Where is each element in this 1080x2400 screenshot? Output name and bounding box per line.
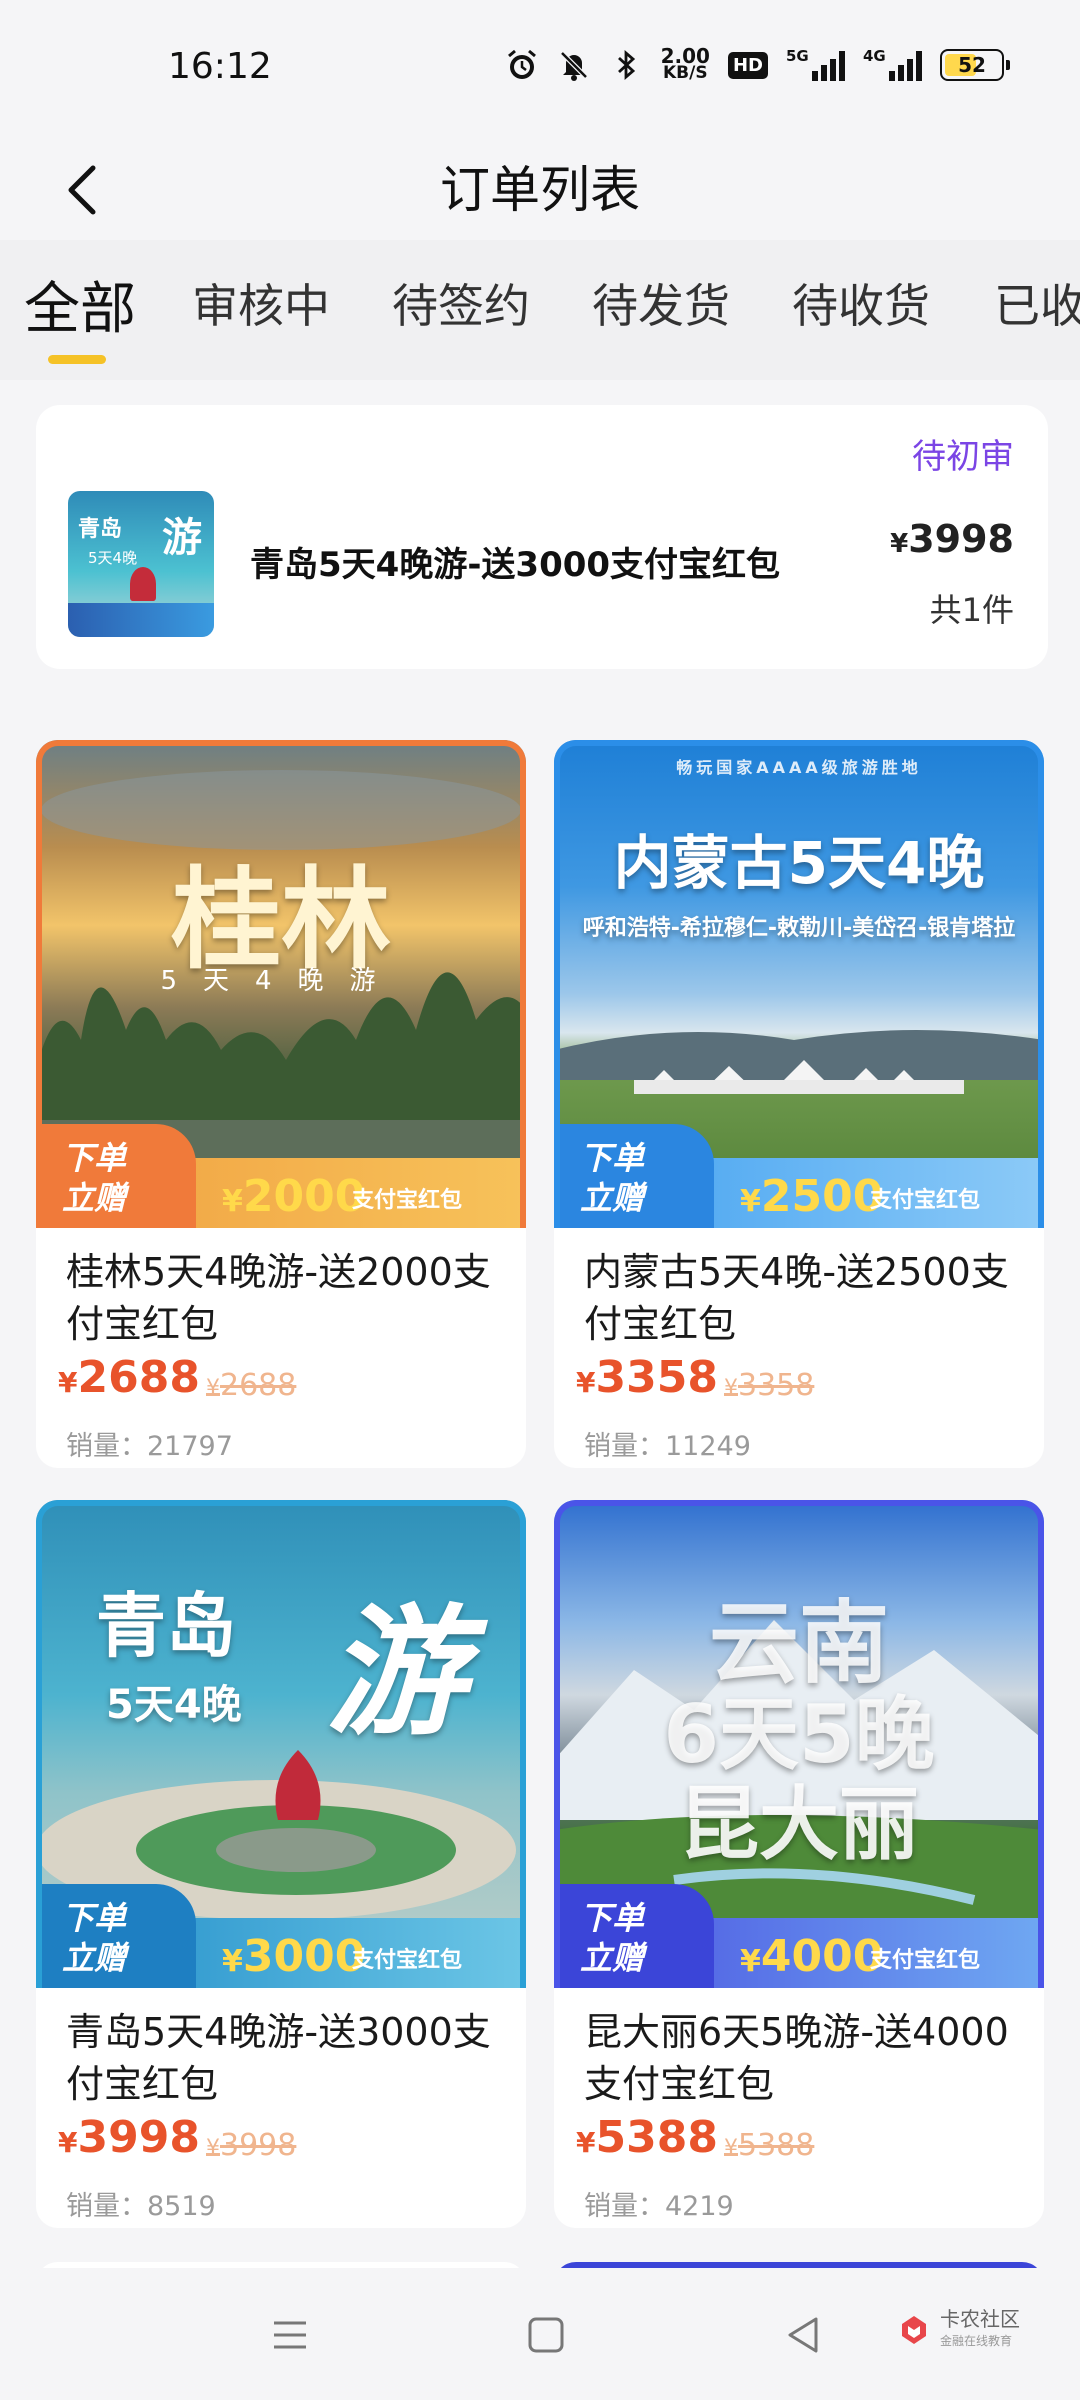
hd-badge: HD bbox=[727, 51, 768, 79]
price-value: 2688 bbox=[77, 1352, 200, 1403]
product-image-frame bbox=[36, 740, 526, 1228]
net-speed: 2.00 KB/S bbox=[661, 46, 710, 83]
order-price: ¥3998 bbox=[890, 517, 1014, 561]
order-currency: ¥ bbox=[890, 529, 909, 559]
back-button[interactable] bbox=[36, 140, 126, 240]
product-image-frame bbox=[554, 740, 1044, 1228]
orig-value: 3358 bbox=[738, 1368, 815, 1403]
orig-currency: ¥ bbox=[724, 1376, 738, 1401]
product-sales: 销量：4219 bbox=[584, 2191, 734, 2222]
product-name: 青岛5天4晚游-送3000支付宝红包 bbox=[66, 2010, 491, 2106]
watermark-text: 卡农社区 金融在线教育 bbox=[940, 2308, 1020, 2352]
product-card[interactable]: 桂林 5天4晚游 下单 立赠 ¥2000 支付宝红包 桂林5天4晚游-送2000… bbox=[36, 740, 526, 1468]
battery-level: 52 bbox=[958, 53, 986, 77]
signal-icon-4g: 4G bbox=[863, 47, 922, 81]
product-sales: 销量：8519 bbox=[66, 2191, 216, 2222]
orig-currency: ¥ bbox=[724, 2136, 738, 2161]
orig-value: 2688 bbox=[220, 1368, 297, 1403]
status-icons: 2.00 KB/S HD 5G 4G 52 bbox=[505, 46, 1010, 83]
product-name: 昆大丽6天5晚游-送4000支付宝红包 bbox=[584, 2010, 1009, 2106]
orig-currency: ¥ bbox=[206, 1376, 220, 1401]
home-icon bbox=[528, 2317, 564, 2353]
orig-currency: ¥ bbox=[206, 2136, 220, 2161]
tab-completed[interactable]: 已收 bbox=[994, 270, 1080, 360]
price-currency: ¥ bbox=[576, 1366, 596, 1399]
price-currency: ¥ bbox=[58, 2126, 78, 2159]
tab-all[interactable]: 全部 bbox=[24, 264, 136, 354]
signal-gen-5g: 5G bbox=[786, 47, 809, 65]
product-image-frame bbox=[554, 1500, 1044, 1988]
product-price: ¥3358 bbox=[576, 1352, 718, 1403]
product-price: ¥5388 bbox=[576, 2112, 718, 2163]
signal-gen-4g: 4G bbox=[863, 47, 886, 65]
product-sales: 销量：21797 bbox=[66, 1431, 233, 1462]
net-speed-unit: KB/S bbox=[663, 63, 708, 83]
product-original-price: ¥3998 bbox=[206, 2128, 296, 2163]
home-button[interactable] bbox=[506, 2298, 586, 2372]
product-original-price: ¥5388 bbox=[724, 2128, 814, 2163]
mute-icon bbox=[557, 48, 591, 82]
order-quantity: 共1件 bbox=[929, 591, 1014, 629]
order-tabs: 全部 审核中 待签约 待发货 待收货 已收 bbox=[0, 240, 1080, 380]
product-name: 内蒙古5天4晚-送2500支付宝红包 bbox=[584, 1250, 1009, 1346]
nav-back-button[interactable] bbox=[764, 2298, 844, 2372]
product-original-price: ¥2688 bbox=[206, 1368, 296, 1403]
tab-active-indicator bbox=[48, 355, 106, 364]
status-bar: 16:12 2.00 KB/S HD 5G 4G 52 bbox=[0, 0, 1080, 140]
product-original-price: ¥3358 bbox=[724, 1368, 814, 1403]
product-card[interactable]: 畅玩国家AAAA级旅游胜地 内蒙古5天4晚 呼和浩特-希拉穆仁-敕勒川-美岱召-… bbox=[554, 740, 1044, 1468]
product-sales: 销量：11249 bbox=[584, 1431, 751, 1462]
alarm-icon bbox=[505, 48, 539, 82]
sculpture-image bbox=[130, 567, 156, 601]
menu-button[interactable] bbox=[250, 2298, 330, 2372]
kanong-logo bbox=[902, 2316, 926, 2344]
order-thumb-sub: 青岛 bbox=[78, 517, 123, 542]
price-currency: ¥ bbox=[576, 2126, 596, 2159]
tab-pending-ship[interactable]: 待发货 bbox=[592, 270, 730, 360]
system-nav-bar: 卡农社区 金融在线教育 bbox=[0, 2268, 1080, 2400]
order-thumbnail: 青岛 游 5天4晚 bbox=[68, 491, 214, 637]
status-time: 16:12 bbox=[168, 46, 272, 87]
tab-pending-receive[interactable]: 待收货 bbox=[792, 270, 930, 360]
orig-value: 3998 bbox=[220, 2128, 297, 2163]
watermark: 卡农社区 金融在线教育 bbox=[896, 2308, 1020, 2352]
price-value: 5388 bbox=[595, 2112, 718, 2163]
tab-pending-sign[interactable]: 待签约 bbox=[392, 270, 530, 360]
order-price-value: 3998 bbox=[908, 517, 1014, 561]
product-price: ¥2688 bbox=[58, 1352, 200, 1403]
order-thumb-title: 游 bbox=[162, 515, 202, 561]
orig-value: 5388 bbox=[738, 2128, 815, 2163]
watermark-subtitle: 金融在线教育 bbox=[940, 2334, 1013, 2348]
back-icon bbox=[788, 2317, 818, 2353]
watermark-title: 卡农社区 bbox=[940, 2307, 1020, 2331]
tab-reviewing[interactable]: 审核中 bbox=[192, 270, 330, 360]
product-card[interactable]: 青岛 游 5天4晚 下单 立赠 ¥3000 支付宝红包 青岛5天4晚游-送300… bbox=[36, 1500, 526, 2228]
product-image-frame bbox=[36, 1500, 526, 1988]
product-card[interactable]: 云南 6天5晚 昆大丽 下单 立赠 ¥4000 支付宝红包 昆大丽6天5晚游-送… bbox=[554, 1500, 1044, 2228]
chevron-left-icon bbox=[68, 165, 96, 215]
bluetooth-icon bbox=[609, 48, 643, 82]
product-name: 桂林5天4晚游-送2000支付宝红包 bbox=[66, 1250, 491, 1346]
order-name: 青岛5天4晚游-送3000支付宝红包 bbox=[250, 545, 781, 585]
price-value: 3998 bbox=[77, 2112, 200, 2163]
order-thumb-banner bbox=[68, 603, 214, 637]
signal-icon: 5G bbox=[786, 47, 845, 81]
app-header: 订单列表 bbox=[0, 140, 1080, 240]
battery-icon: 52 bbox=[940, 49, 1010, 81]
order-thumb-days: 5天4晚 bbox=[88, 549, 138, 567]
product-price: ¥3998 bbox=[58, 2112, 200, 2163]
order-card[interactable]: 待初审 青岛 游 5天4晚 青岛5天4晚游-送3000支付宝红包 ¥3998 共… bbox=[36, 405, 1048, 669]
order-status: 待初审 bbox=[912, 437, 1014, 477]
page-title: 订单列表 bbox=[440, 161, 640, 219]
menu-icon bbox=[274, 2321, 306, 2349]
price-currency: ¥ bbox=[58, 1366, 78, 1399]
price-value: 3358 bbox=[595, 1352, 718, 1403]
